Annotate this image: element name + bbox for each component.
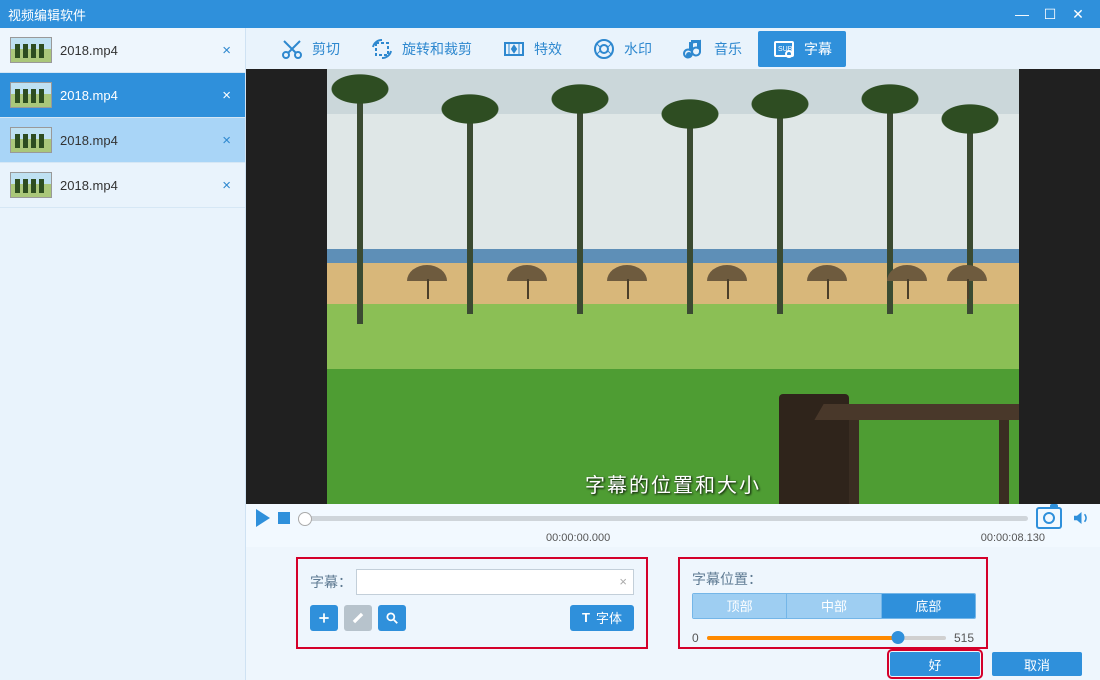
file-name: 2018.mp4 <box>60 133 218 148</box>
file-thumbnail <box>10 37 52 63</box>
effects-icon <box>502 37 526 61</box>
file-item[interactable]: 2018.mp4 × <box>0 118 245 163</box>
file-name: 2018.mp4 <box>60 88 218 103</box>
position-slider[interactable] <box>707 636 946 640</box>
time-end: 00:00:08.130 <box>981 532 1045 547</box>
subtitle-label: 字幕： <box>310 572 352 592</box>
tab-label: 剪切 <box>312 39 340 59</box>
tab-subtitle[interactable]: SUB 字幕 <box>758 31 846 67</box>
video-preview-area: 字幕的位置和大小 <box>246 69 1100 504</box>
tab-effects[interactable]: 特效 <box>488 31 576 67</box>
file-thumbnail <box>10 127 52 153</box>
tab-label: 字幕 <box>804 39 832 59</box>
stop-button[interactable] <box>278 512 290 524</box>
position-label: 字幕位置： <box>692 569 974 589</box>
editor-toolbar: 剪切 旋转和裁剪 特效 <box>246 28 1100 69</box>
font-button[interactable]: T 字体 <box>570 605 634 631</box>
tab-watermark[interactable]: 水印 <box>578 31 666 67</box>
play-button[interactable] <box>256 509 270 527</box>
file-item[interactable]: 2018.mp4 × <box>0 28 245 73</box>
add-subtitle-button[interactable] <box>310 605 338 631</box>
seek-slider[interactable] <box>298 516 1028 521</box>
titlebar[interactable]: 视频编辑软件 — ☐ ✕ <box>0 0 1100 28</box>
file-item[interactable]: 2018.mp4 × <box>0 73 245 118</box>
subtitle-position-group: 字幕位置： 顶部 中部 底部 0 515 <box>678 557 988 649</box>
tab-label: 音乐 <box>714 39 742 59</box>
remove-file-icon[interactable]: × <box>218 177 235 194</box>
remove-file-icon[interactable]: × <box>218 42 235 59</box>
position-bottom-button[interactable]: 底部 <box>881 594 975 618</box>
slider-value-label: 515 <box>954 631 974 645</box>
volume-icon[interactable] <box>1070 509 1090 527</box>
close-button[interactable]: ✕ <box>1064 0 1092 28</box>
remove-file-icon[interactable]: × <box>218 87 235 104</box>
rotate-crop-icon <box>370 37 394 61</box>
subtitle-input[interactable] <box>357 574 613 589</box>
seek-knob[interactable] <box>298 512 312 526</box>
file-sidebar: 2018.mp4 × 2018.mp4 × 2018.mp4 × 2018.mp… <box>0 28 246 680</box>
remove-file-icon[interactable]: × <box>218 132 235 149</box>
music-icon <box>682 37 706 61</box>
maximize-button[interactable]: ☐ <box>1036 0 1064 28</box>
tab-label: 旋转和裁剪 <box>402 39 472 59</box>
subtitle-text-group: 字幕： × <box>296 557 648 649</box>
file-name: 2018.mp4 <box>60 178 218 193</box>
snapshot-icon[interactable] <box>1036 507 1062 529</box>
transport-bar <box>246 504 1100 532</box>
file-thumbnail <box>10 82 52 108</box>
cancel-button[interactable]: 取消 <box>992 652 1082 676</box>
position-middle-button[interactable]: 中部 <box>786 594 880 618</box>
time-labels: 00:00:00.000 00:00:08.130 <box>246 532 1100 547</box>
file-item[interactable]: 2018.mp4 × <box>0 163 245 208</box>
position-segmented: 顶部 中部 底部 <box>692 593 976 619</box>
clear-input-icon[interactable]: × <box>613 574 633 589</box>
window-title: 视频编辑软件 <box>8 5 1008 24</box>
position-top-button[interactable]: 顶部 <box>693 594 786 618</box>
tab-label: 水印 <box>624 39 652 59</box>
ok-button[interactable]: 好 <box>890 652 980 676</box>
tab-music[interactable]: 音乐 <box>668 31 756 67</box>
file-thumbnail <box>10 172 52 198</box>
slider-min-label: 0 <box>692 631 699 645</box>
subtitle-input-wrap: × <box>356 569 634 595</box>
footer-buttons: 好 取消 <box>246 649 1100 680</box>
subtitle-overlay-text: 字幕的位置和大小 <box>327 469 1019 498</box>
tab-rotate-crop[interactable]: 旋转和裁剪 <box>356 31 486 67</box>
search-subtitle-button[interactable] <box>378 605 406 631</box>
watermark-icon <box>592 37 616 61</box>
edit-subtitle-button[interactable] <box>344 605 372 631</box>
t-icon: T <box>582 610 590 625</box>
file-name: 2018.mp4 <box>60 43 218 58</box>
tab-label: 特效 <box>534 39 562 59</box>
font-button-label: 字体 <box>596 608 622 627</box>
scissors-icon <box>280 37 304 61</box>
time-start: 00:00:00.000 <box>546 532 610 547</box>
slider-knob[interactable] <box>892 631 905 644</box>
subtitle-icon: SUB <box>772 37 796 61</box>
tab-cut[interactable]: 剪切 <box>266 31 354 67</box>
video-preview[interactable]: 字幕的位置和大小 <box>327 69 1019 504</box>
minimize-button[interactable]: — <box>1008 0 1036 28</box>
